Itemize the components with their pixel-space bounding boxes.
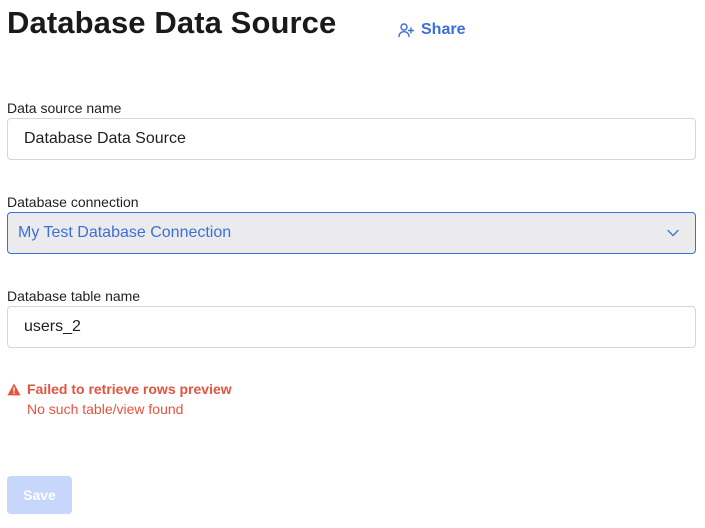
error-title: Failed to retrieve rows preview <box>27 381 232 397</box>
data-source-name-label: Data source name <box>7 100 122 116</box>
database-table-name-label: Database table name <box>7 288 141 304</box>
database-connection-select[interactable]: My Test Database Connection <box>7 212 696 254</box>
share-label: Share <box>421 21 466 38</box>
data-source-name-input[interactable] <box>7 118 696 160</box>
user-plus-icon <box>398 22 414 38</box>
error-detail: No such table/view found <box>27 401 184 417</box>
database-table-name-input[interactable] <box>7 306 696 348</box>
chevron-down-icon <box>667 229 679 237</box>
warning-icon <box>7 383 21 396</box>
save-button[interactable]: Save <box>7 476 72 514</box>
error-message-block: Failed to retrieve rows preview No such … <box>7 381 232 417</box>
page-title: Database Data Source <box>7 5 337 40</box>
database-connection-value: My Test Database Connection <box>18 224 232 241</box>
share-button[interactable]: Share <box>398 18 465 42</box>
database-connection-label: Database connection <box>7 194 139 210</box>
